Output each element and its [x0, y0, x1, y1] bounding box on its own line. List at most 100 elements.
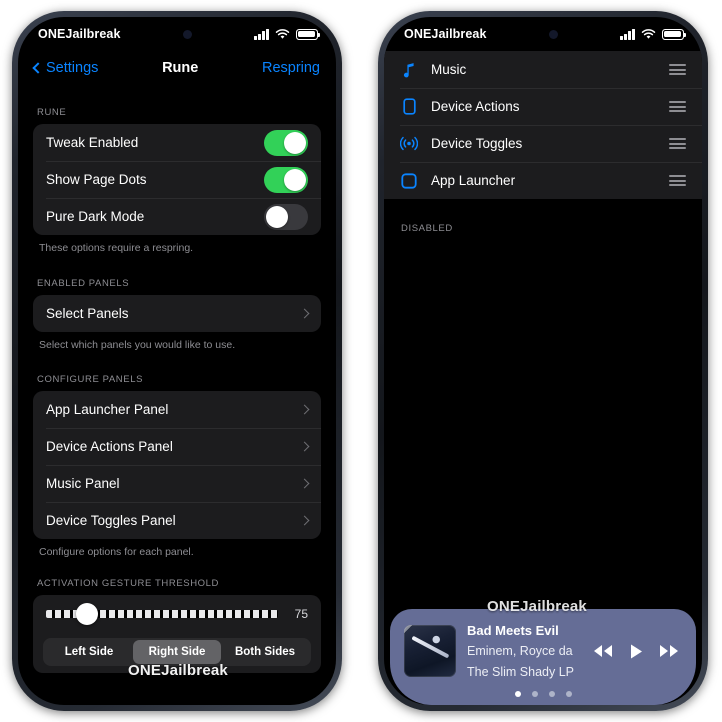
row-device-toggles-panel[interactable]: Device Toggles Panel — [33, 502, 321, 539]
section-group-rune: Tweak Enabled Show Page Dots Pure Dark M… — [33, 124, 321, 235]
segment-left-side[interactable]: Left Side — [45, 640, 133, 664]
row-select-panels[interactable]: Select Panels — [33, 295, 321, 332]
page-dot[interactable] — [531, 691, 538, 697]
wifi-icon — [641, 29, 656, 39]
battery-icon — [296, 28, 320, 40]
rounded-square-icon — [400, 172, 418, 189]
row-label: Device Actions Panel — [46, 439, 173, 455]
album-artwork — [404, 625, 456, 678]
section-header-rune: RUNE — [37, 107, 67, 118]
gesture-threshold-slider-row: 75 — [33, 595, 321, 633]
row-device-actions-panel[interactable]: Device Actions Panel — [33, 428, 321, 465]
row-music-panel[interactable]: Music Panel — [33, 465, 321, 502]
cellular-bars-icon — [254, 28, 269, 40]
section-group-activation-gesture: 75 Left Side Right Side Both Sides — [33, 594, 321, 673]
settings-list: RUNE Tweak Enabled Show Page Dots Pure D… — [18, 85, 336, 673]
gesture-side-segmented-wrap: Left Side Right Side Both Sides — [33, 633, 321, 673]
status-indicators — [620, 28, 686, 40]
section-group-enabled-panels: Select Panels — [33, 294, 321, 332]
row-label: Pure Dark Mode — [46, 209, 145, 224]
battery-icon — [662, 28, 686, 40]
play-icon[interactable] — [629, 643, 643, 660]
section-header-configure-panels: CONFIGURE PANELS — [37, 374, 144, 386]
row-label: App Launcher Panel — [46, 402, 169, 418]
broadcast-icon — [400, 136, 418, 151]
row-show-page-dots[interactable]: Show Page Dots — [33, 161, 321, 198]
face-id-dot-icon — [182, 29, 192, 39]
slider-knob[interactable] — [75, 602, 98, 625]
reorder-handle-icon[interactable] — [669, 64, 686, 75]
panel-row-music[interactable]: Music — [384, 51, 702, 88]
page-dot[interactable] — [548, 691, 555, 697]
segment-right-side[interactable]: Right Side — [133, 639, 221, 664]
panel-row-device-actions[interactable]: Device Actions — [384, 88, 702, 125]
status-indicators — [254, 28, 320, 40]
row-app-launcher-panel[interactable]: App Launcher Panel — [33, 391, 321, 428]
reorder-handle-icon[interactable] — [669, 175, 686, 186]
section-header-enabled-panels: ENABLED PANELS — [37, 277, 130, 289]
panel-label: Device Toggles — [431, 136, 523, 151]
track-album: The Slim Shady LP — [467, 664, 574, 679]
rewind-icon[interactable] — [592, 643, 614, 659]
page-title: Rune — [162, 60, 199, 76]
status-center — [121, 29, 255, 39]
right-phone-frame: ONEJailbreak Music Device Actions Device… — [378, 11, 708, 711]
status-carrier-label: ONEJailbreak — [38, 27, 121, 41]
section-footer-enabled-panels: Select which panels you would like to us… — [39, 338, 236, 351]
track-artist: Eminem, Royce da — [467, 644, 573, 659]
row-label: Select Panels — [46, 305, 129, 321]
section-footer-rune: These options require a respring. — [39, 242, 194, 254]
segment-both-sides[interactable]: Both Sides — [221, 640, 309, 664]
status-carrier-label: ONEJailbreak — [404, 27, 487, 41]
wifi-icon — [275, 29, 290, 39]
panel-row-device-toggles[interactable]: Device Toggles — [384, 125, 702, 162]
panel-label: Music — [431, 62, 467, 77]
music-metadata: Bad Meets Evil Eminem, Royce da The Slim… — [467, 621, 581, 682]
left-phone-frame: ONEJailbreak Settings Rune Respring RUNE… — [12, 11, 342, 711]
track-title: Bad Meets Evil — [467, 622, 559, 638]
slider-value-label: 75 — [294, 606, 308, 621]
row-label: Tweak Enabled — [46, 135, 139, 150]
section-header-disabled: DISABLED — [401, 223, 453, 234]
fast-forward-icon[interactable] — [658, 643, 680, 659]
notch — [484, 17, 602, 28]
pure-dark-mode-toggle[interactable] — [264, 203, 308, 230]
cellular-bars-icon — [620, 28, 635, 40]
back-button-label: Settings — [46, 60, 99, 76]
chevron-right-icon — [299, 441, 310, 452]
notch — [118, 17, 236, 28]
status-center — [487, 29, 621, 39]
chevron-left-icon — [32, 62, 44, 74]
left-phone-screen: ONEJailbreak Settings Rune Respring RUNE… — [18, 17, 336, 705]
row-label: Music Panel — [46, 476, 120, 492]
reorder-handle-icon[interactable] — [669, 101, 686, 112]
dual-phone-screenshot: ONEJailbreak Settings Rune Respring RUNE… — [0, 0, 722, 722]
show-page-dots-toggle[interactable] — [264, 166, 308, 193]
panel-label: Device Actions — [431, 99, 520, 114]
row-tweak-enabled[interactable]: Tweak Enabled — [33, 124, 321, 161]
panel-label: App Launcher — [431, 173, 516, 188]
chevron-right-icon — [299, 478, 310, 489]
row-pure-dark-mode[interactable]: Pure Dark Mode — [33, 198, 321, 235]
section-header-activation-gesture: ACTIVATION GESTURE THRESHOLD — [37, 577, 220, 589]
phone-outline-icon — [400, 98, 418, 115]
navigation-bar: Settings Rune Respring — [18, 51, 336, 85]
row-label: Device Toggles Panel — [46, 513, 176, 529]
page-dot-active[interactable] — [514, 691, 521, 697]
respring-button[interactable]: Respring — [262, 60, 320, 76]
section-footer-configure-panels: Configure options for each panel. — [39, 546, 194, 559]
gesture-threshold-slider[interactable] — [46, 602, 278, 625]
reorder-handle-icon[interactable] — [669, 138, 686, 149]
right-phone-screen: ONEJailbreak Music Device Actions Device… — [384, 17, 702, 705]
panel-row-app-launcher[interactable]: App Launcher — [384, 162, 702, 199]
music-widget: Bad Meets Evil Eminem, Royce da The Slim… — [390, 608, 696, 705]
chevron-right-icon — [299, 308, 310, 319]
chevron-right-icon — [299, 515, 310, 526]
page-dot[interactable] — [565, 691, 572, 697]
row-label: Show Page Dots — [46, 172, 147, 187]
back-button[interactable]: Settings — [32, 60, 99, 76]
face-id-dot-icon — [548, 29, 558, 39]
gesture-side-segmented-control[interactable]: Left Side Right Side Both Sides — [43, 637, 311, 666]
chevron-right-icon — [299, 404, 310, 415]
tweak-enabled-toggle[interactable] — [264, 129, 308, 156]
